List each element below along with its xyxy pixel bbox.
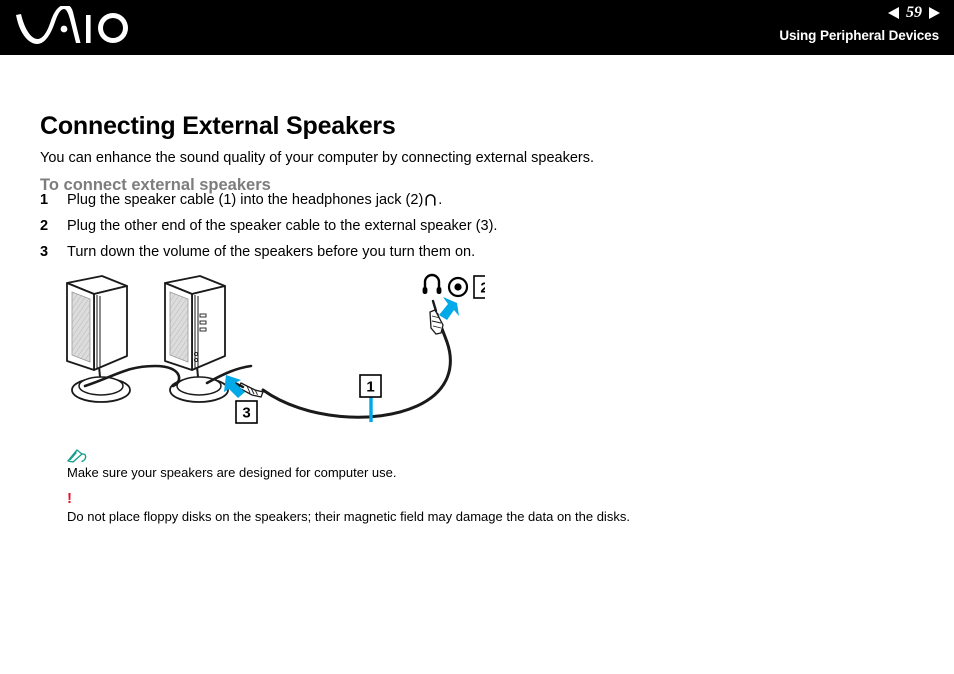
intro-paragraph: You can enhance the sound quality of you… — [40, 149, 595, 166]
step-text: Turn down the volume of the speakers bef… — [67, 244, 476, 260]
note-tip-text: Make sure your speakers are designed for… — [67, 465, 397, 480]
triangle-right-icon[interactable] — [929, 7, 940, 19]
left-speaker — [66, 275, 131, 403]
procedure-step: 1 Plug the speaker cable (1) into the hea… — [40, 192, 442, 210]
step-text-tail: . — [438, 192, 443, 208]
callout-3-label: 3 — [242, 405, 250, 422]
header-bar: 59 Using Peripheral Devices — [0, 0, 954, 55]
callout-2-label: 2 — [480, 280, 485, 297]
step-text: Plug the other end of the speaker cable … — [67, 218, 498, 234]
callout-2: 2 — [473, 275, 485, 299]
triangle-left-icon[interactable] — [888, 7, 899, 19]
note-warning: ! Do not place floppy disks on the speak… — [67, 490, 630, 524]
vaio-logo — [16, 6, 128, 44]
page-title: Connecting External Speakers — [40, 111, 396, 140]
page-number: 59 — [906, 4, 922, 21]
note-warning-text: Do not place floppy disks on the speaker… — [67, 509, 630, 524]
step-number: 3 — [40, 244, 49, 260]
audio-jack-port-icon — [447, 276, 469, 298]
step-number: 1 — [40, 192, 49, 208]
callout-3: 3 — [235, 400, 258, 424]
pencil-note-icon — [67, 448, 397, 463]
external-speakers-connection-diagram: 2 1 3 — [66, 273, 485, 424]
headphones-symbol-icon — [422, 273, 442, 294]
header-section-title: Using Peripheral Devices — [779, 28, 939, 43]
right-speaker — [164, 275, 229, 403]
callout-1-label: 1 — [366, 379, 374, 396]
header-pagination[interactable]: 59 — [888, 3, 940, 23]
headphones-jack-icon — [424, 193, 437, 210]
speaker-cable-plug-upper — [429, 299, 444, 335]
step-text: Plug the speaker cable (1) into the head… — [67, 192, 424, 208]
speaker-cable — [261, 312, 452, 419]
procedure-step: 3 Turn down the volume of the speakers be… — [40, 244, 475, 260]
note-tip: Make sure your speakers are designed for… — [67, 448, 397, 480]
procedure-step: 2 Plug the other end of the speaker cable… — [40, 218, 497, 234]
callout-2-arrow — [439, 297, 459, 320]
step-number: 2 — [40, 218, 49, 234]
exclamation-icon: ! — [67, 490, 72, 507]
